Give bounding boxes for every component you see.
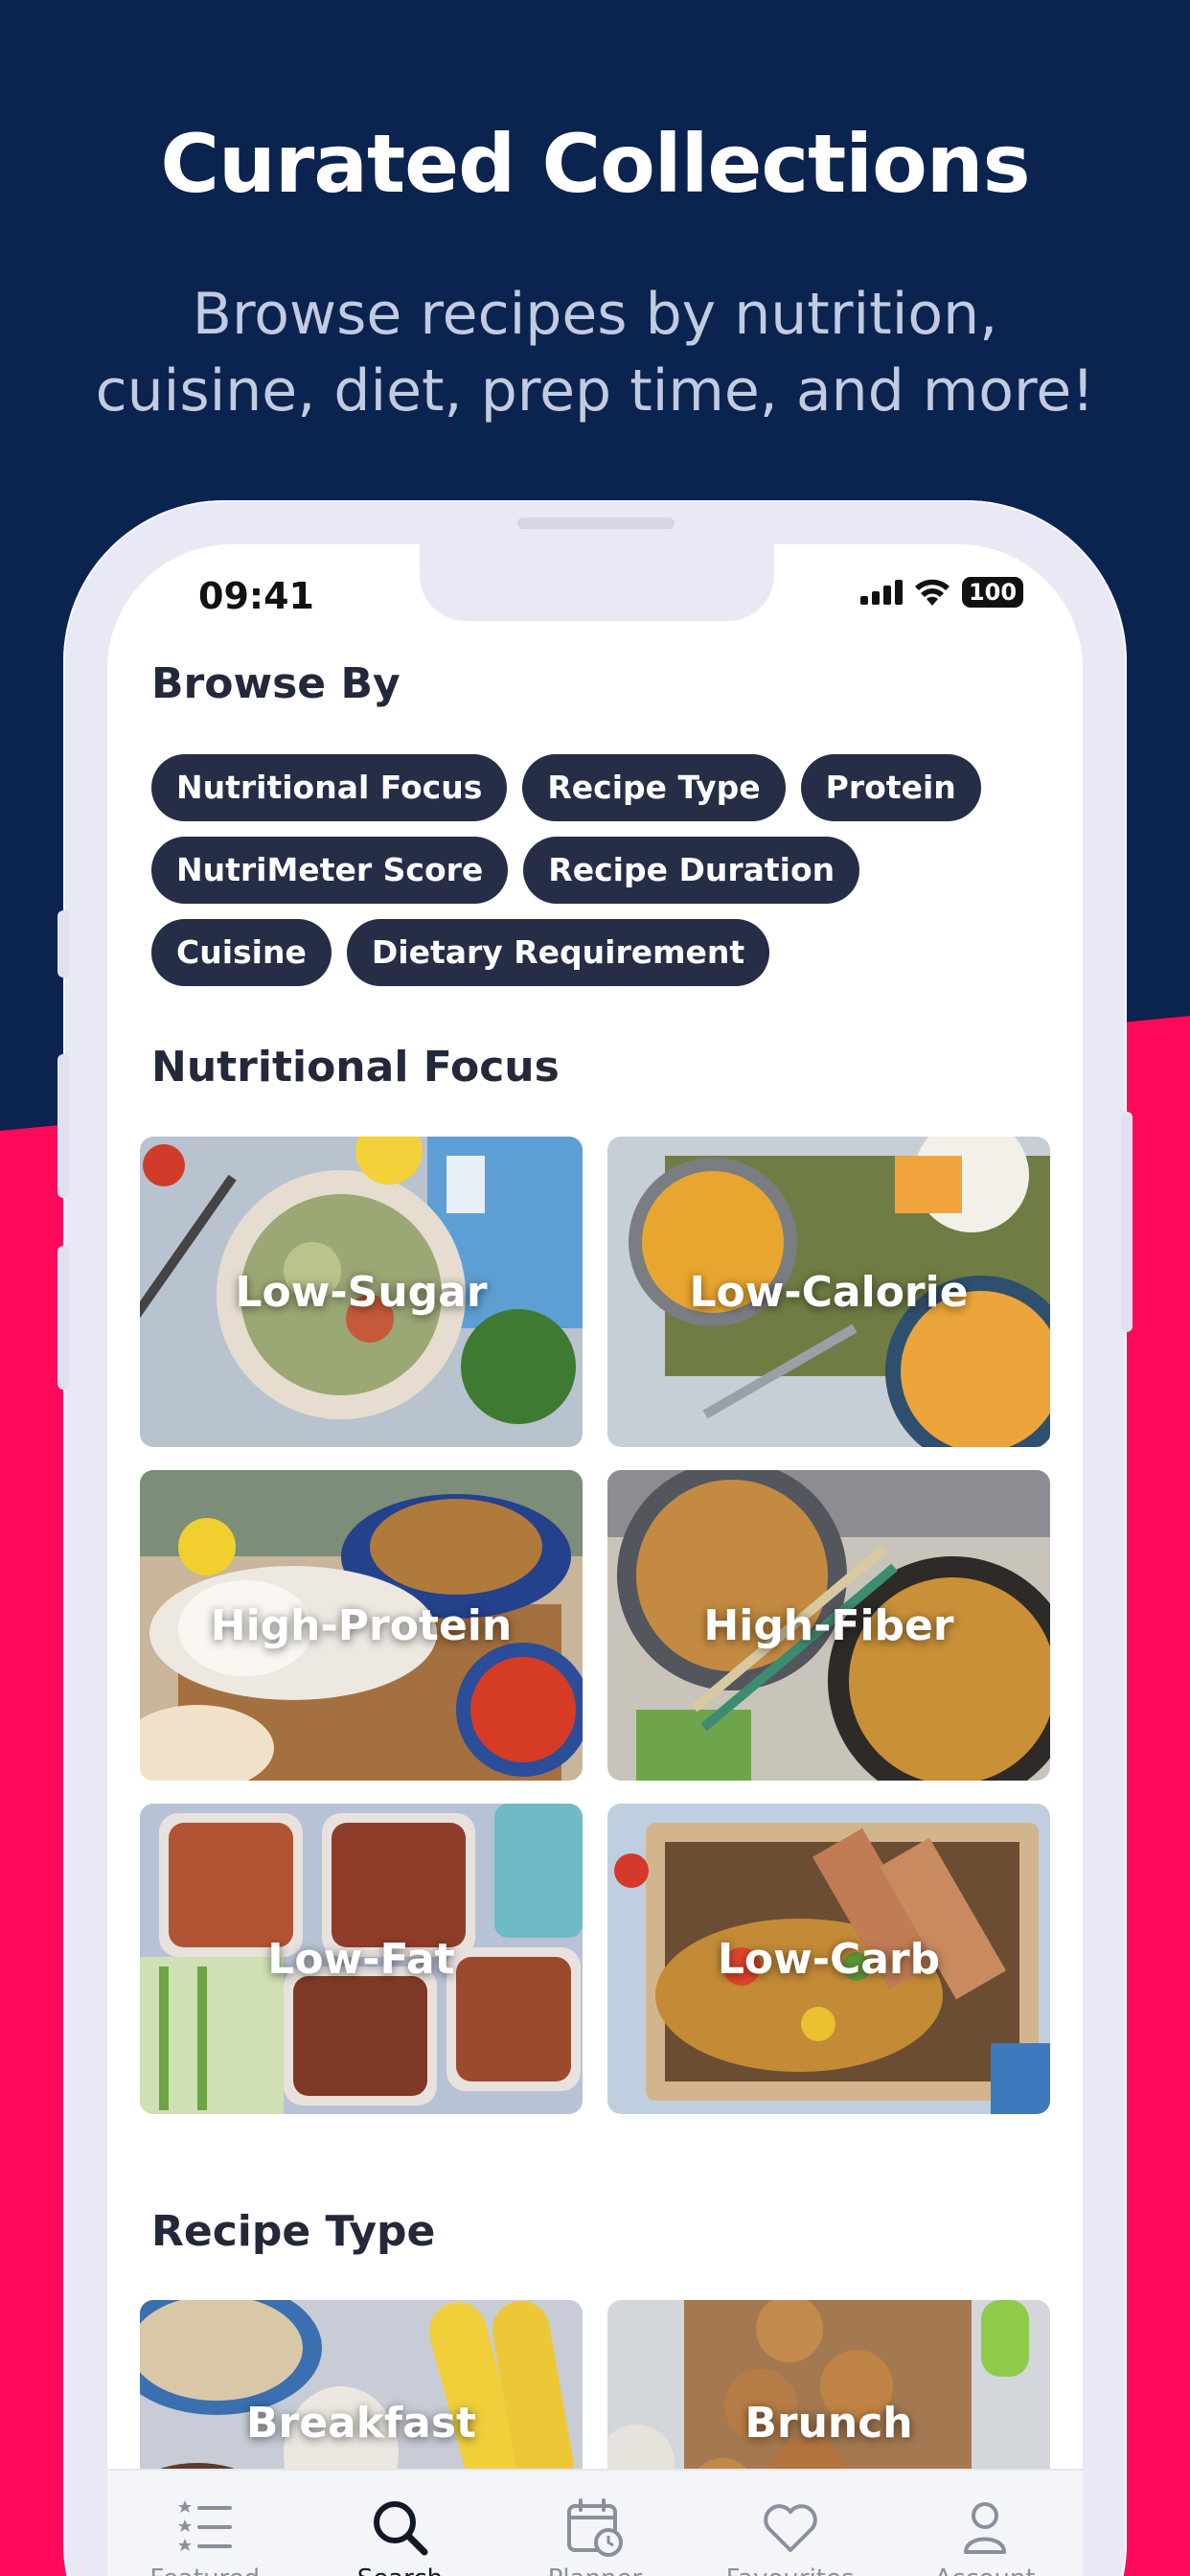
phone-side-button bbox=[57, 1246, 69, 1390]
collection-tile-low-fat[interactable]: Low-Fat bbox=[140, 1804, 583, 2114]
promo-headline: Curated Collections bbox=[160, 117, 1030, 211]
tab-planner[interactable]: Planner bbox=[497, 2471, 693, 2576]
calendar-clock-icon bbox=[564, 2492, 626, 2563]
chip-recipe-type[interactable]: Recipe Type bbox=[522, 754, 786, 821]
phone-notch bbox=[420, 544, 774, 621]
heart-icon bbox=[760, 2492, 821, 2563]
tile-label: High-Fiber bbox=[703, 1600, 954, 1650]
collection-tile-low-calorie[interactable]: Low-Calorie bbox=[607, 1137, 1050, 1447]
tile-label: Low-Calorie bbox=[689, 1267, 969, 1317]
tile-label: Low-Fat bbox=[267, 1934, 455, 1984]
tab-label: Favourites bbox=[726, 2564, 855, 2576]
person-icon bbox=[954, 2492, 1016, 2563]
list-stars-icon bbox=[174, 2492, 236, 2563]
battery-indicator: 100 bbox=[962, 577, 1023, 608]
status-icons: 100 bbox=[860, 577, 1023, 608]
tab-label: Search bbox=[357, 2564, 443, 2576]
chip-cuisine[interactable]: Cuisine bbox=[151, 919, 332, 986]
tab-label: Planner bbox=[548, 2564, 642, 2576]
browse-by-heading: Browse By bbox=[151, 659, 400, 708]
nutritional-focus-heading: Nutritional Focus bbox=[151, 1043, 560, 1092]
phone-speaker bbox=[517, 518, 675, 529]
tile-label: High-Protein bbox=[210, 1600, 513, 1650]
phone-side-button bbox=[1121, 1112, 1133, 1332]
phone-side-button bbox=[57, 910, 69, 978]
tile-label: Low-Carb bbox=[717, 1934, 941, 1984]
promo-subhead: Browse recipes by nutrition, cuisine, di… bbox=[95, 281, 1095, 425]
phone-side-button bbox=[57, 1054, 69, 1198]
collection-tile-high-protein[interactable]: High-Protein bbox=[140, 1470, 583, 1781]
collection-tile-high-fiber[interactable]: High-Fiber bbox=[607, 1470, 1050, 1781]
recipe-type-heading: Recipe Type bbox=[151, 2207, 436, 2256]
chip-protein[interactable]: Protein bbox=[800, 754, 981, 821]
chip-dietary-requirement[interactable]: Dietary Requirement bbox=[346, 919, 770, 986]
browse-chip-group: Nutritional Focus Recipe Type Protein Nu… bbox=[151, 754, 1052, 986]
wifi-icon bbox=[915, 579, 950, 606]
chip-nutritional-focus[interactable]: Nutritional Focus bbox=[151, 754, 508, 821]
bottom-tab-bar: Featured Search bbox=[107, 2469, 1083, 2576]
collection-tile-low-carb[interactable]: Low-Carb bbox=[607, 1804, 1050, 2114]
tab-account[interactable]: Account bbox=[887, 2471, 1083, 2576]
cellular-signal-icon bbox=[860, 580, 903, 605]
tab-featured[interactable]: Featured bbox=[107, 2471, 303, 2576]
app-screen: 09:41 100 Browse By Nutritional Focus Re… bbox=[107, 544, 1083, 2576]
chip-nutrimeter-score[interactable]: NutriMeter Score bbox=[151, 837, 509, 904]
status-time: 09:41 bbox=[198, 575, 314, 617]
tile-label: Low-Sugar bbox=[235, 1267, 488, 1317]
search-icon bbox=[369, 2492, 430, 2563]
collection-tile-low-sugar[interactable]: Low-Sugar bbox=[140, 1137, 583, 1447]
chip-recipe-duration[interactable]: Recipe Duration bbox=[523, 837, 860, 904]
tab-label: Account bbox=[935, 2564, 1036, 2576]
tab-label: Featured bbox=[149, 2564, 260, 2576]
tab-favourites[interactable]: Favourites bbox=[693, 2471, 888, 2576]
tab-search[interactable]: Search bbox=[303, 2471, 498, 2576]
